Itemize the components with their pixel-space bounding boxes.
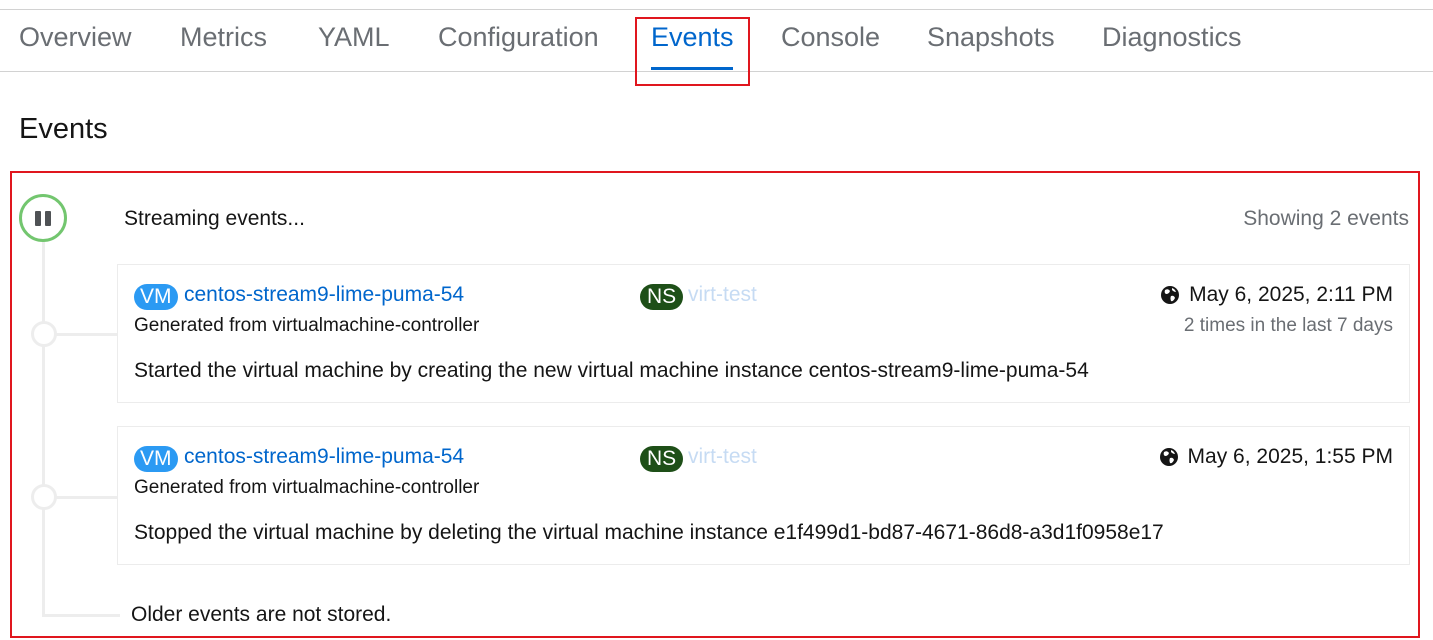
tab-overview[interactable]: Overview	[19, 22, 132, 53]
events-tab-highlight	[635, 17, 750, 86]
vm-link[interactable]: centos-stream9-lime-puma-54	[184, 445, 464, 469]
streaming-status: Streaming events...	[124, 207, 305, 230]
page-title: Events	[19, 113, 108, 145]
event-card: VM centos-stream9-lime-puma-54 NS virt-t…	[117, 264, 1410, 403]
event-repeat-count: 2 times in the last 7 days	[1183, 315, 1393, 336]
tab-yaml[interactable]: YAML	[318, 22, 390, 53]
event-source: Generated from virtualmachine-controller	[134, 477, 480, 498]
event-source: Generated from virtualmachine-controller	[134, 315, 480, 336]
timeline-line	[42, 240, 45, 616]
event-message: Started the virtual machine by creating …	[134, 359, 1089, 382]
timeline-dot	[31, 321, 57, 347]
event-card: VM centos-stream9-lime-puma-54 NS virt-t…	[117, 426, 1410, 565]
timeline-connector	[55, 333, 118, 336]
vm-badge: VM	[134, 284, 178, 310]
pause-stream-button[interactable]	[19, 194, 67, 242]
vm-badge: VM	[134, 446, 178, 472]
namespace-link[interactable]: virt-test	[688, 445, 757, 469]
ns-badge: NS	[640, 284, 684, 310]
tab-diagnostics[interactable]: Diagnostics	[1102, 22, 1242, 53]
timeline-connector	[55, 496, 118, 499]
ns-badge: NS	[640, 446, 684, 472]
events-stream-highlight	[10, 171, 1420, 638]
timeline-end	[42, 614, 120, 617]
event-count: Showing 2 events	[1243, 207, 1409, 230]
tab-snapshots[interactable]: Snapshots	[927, 22, 1055, 53]
timestamp-text: May 6, 2025, 2:11 PM	[1189, 283, 1393, 306]
tab-console[interactable]: Console	[781, 22, 880, 53]
event-message: Stopped the virtual machine by deleting …	[134, 521, 1164, 544]
event-timestamp: May 6, 2025, 2:11 PM	[1160, 283, 1393, 307]
globe-icon	[1159, 448, 1178, 466]
older-events-note: Older events are not stored.	[131, 603, 392, 626]
tab-metrics[interactable]: Metrics	[180, 22, 267, 53]
event-timestamp: May 6, 2025, 1:55 PM	[1159, 445, 1393, 469]
tab-configuration[interactable]: Configuration	[438, 22, 599, 53]
namespace-link[interactable]: virt-test	[688, 283, 757, 307]
vm-link[interactable]: centos-stream9-lime-puma-54	[184, 283, 464, 307]
timeline-dot	[31, 484, 57, 510]
globe-icon	[1161, 286, 1180, 304]
timestamp-text: May 6, 2025, 1:55 PM	[1187, 445, 1393, 468]
